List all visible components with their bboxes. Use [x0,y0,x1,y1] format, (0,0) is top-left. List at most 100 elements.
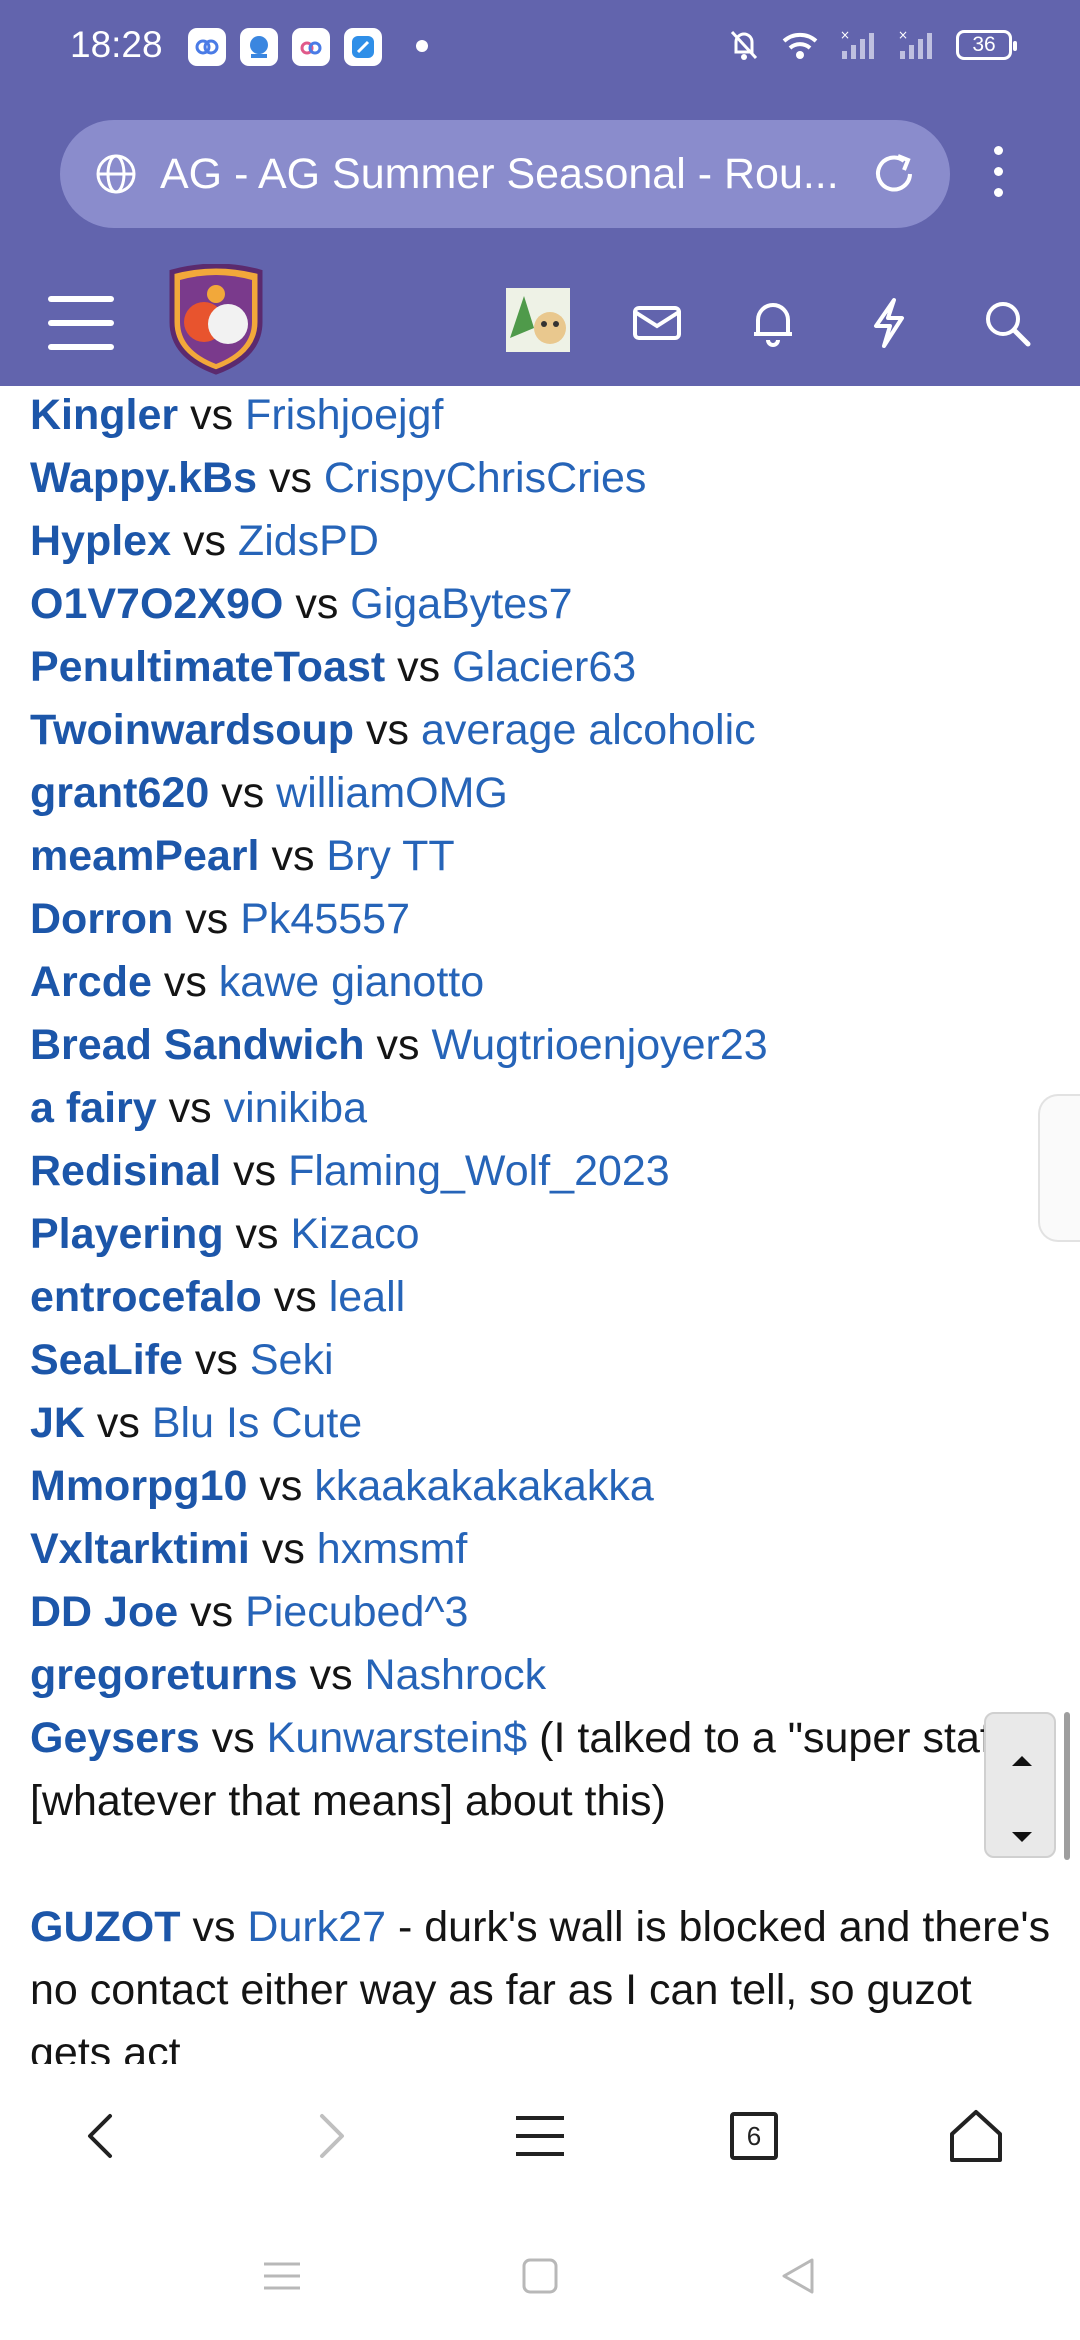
player-link[interactable]: Kingler [30,391,178,439]
tabs-button[interactable]: 6 [730,2112,778,2160]
opponent-link[interactable]: average alcoholic [421,706,756,754]
vs-text: vs [376,1021,420,1069]
app-notification-icon [188,28,226,66]
player-link[interactable]: JK [30,1399,85,1447]
match-line: O1V7O2X9O vs GigaBytes7 [30,573,1060,636]
opponent-link[interactable]: Pk45557 [240,895,410,943]
opponent-link[interactable]: ZidsPD [238,517,379,565]
opponent-link[interactable]: GigaBytes7 [350,580,572,628]
vs-text: vs [168,1084,212,1132]
opponent-link[interactable]: williamOMG [276,769,508,817]
opponent-link[interactable]: Frishjoejgf [245,391,443,439]
player-link[interactable]: SeaLife [30,1336,183,1384]
site-menu-icon[interactable] [48,296,114,352]
match-line: SeaLife vs Seki [30,1329,1060,1392]
player-link[interactable]: gregoreturns [30,1651,298,1699]
scroll-down-icon[interactable] [1012,1832,1032,1842]
match-line: PenultimateToast vs Glacier63 [30,636,1060,699]
opponent-link[interactable]: Piecubed^3 [245,1588,468,1636]
status-time: 18:28 [70,24,163,65]
home-icon[interactable] [944,2104,1008,2168]
opponent-link[interactable]: Wugtrioenjoyer23 [431,1021,767,1069]
player-link[interactable]: meamPearl [30,832,260,880]
address-bar[interactable]: AG - AG Summer Seasonal - Rou... [60,120,950,228]
opponent-link[interactable]: Kunwarstein$ [267,1714,528,1762]
opponent-link[interactable]: vinikiba [224,1084,367,1132]
opponent-link[interactable]: Blu Is Cute [152,1399,362,1447]
forward-icon[interactable] [296,2104,360,2168]
match-line: Twoinwardsoup vs average alcoholic [30,699,1060,762]
opponent-link[interactable]: Bry TT [326,832,454,880]
opponent-link[interactable]: hxmsmf [317,1525,468,1573]
opponent-link[interactable]: CrispyChrisCries [324,454,647,502]
match-line: Kingler vs Frishjoejgf [30,384,1060,447]
battery-icon: 36 [956,30,1017,60]
player-link[interactable]: Dorron [30,895,173,943]
match-line: Arcde vs kawe gianotto [30,951,1060,1014]
player-link[interactable]: Twoinwardsoup [30,706,354,754]
vs-text: vs [366,706,410,754]
status-right-icons: × × 36 [728,28,1017,62]
player-link[interactable]: PenultimateToast [30,643,385,691]
user-avatar[interactable] [506,288,570,352]
match-note: - durk's wall is blocked and there's no … [30,1903,1051,2064]
match-line: meamPearl vs Bry TT [30,825,1060,888]
vs-text: vs [192,1903,236,1951]
opponent-link[interactable]: leall [329,1273,406,1321]
opponent-link[interactable]: Seki [250,1336,334,1384]
vs-text: vs [211,1714,255,1762]
vs-text: vs [261,1525,305,1573]
opponent-link[interactable]: Glacier63 [452,643,636,691]
opponent-link[interactable]: Kizaco [291,1210,420,1258]
opponent-link[interactable]: Nashrock [365,1651,547,1699]
player-link[interactable]: Vxltarktimi [30,1525,250,1573]
vs-text: vs [190,1588,234,1636]
back-icon[interactable] [72,2104,136,2168]
player-link[interactable]: Playering [30,1210,224,1258]
fast-scroll-control[interactable] [984,1712,1056,1858]
vs-text: vs [233,1147,277,1195]
reload-icon[interactable] [868,148,920,200]
search-icon[interactable] [980,296,1034,350]
opponent-link[interactable]: Durk27 [247,1903,386,1951]
home-square-icon[interactable] [518,2254,562,2298]
player-link[interactable]: Mmorpg10 [30,1462,247,1510]
menu-icon[interactable] [508,2104,572,2168]
player-link[interactable]: a fairy [30,1084,157,1132]
browser-toolbar: 6 [0,2064,1080,2210]
site-navbar [0,256,1080,386]
system-back-icon[interactable] [776,2254,820,2298]
match-line: Wappy.kBs vs CrispyChrisCries [30,447,1060,510]
opponent-link[interactable]: kkaakakakakakka [314,1462,653,1510]
notes-notification-icon [344,28,382,66]
vs-text: vs [271,832,315,880]
player-link[interactable]: GUZOT [30,1903,180,1951]
mail-icon[interactable] [630,296,684,350]
lightning-icon[interactable] [862,296,916,350]
side-panel-handle[interactable] [1038,1094,1080,1242]
opponent-link[interactable]: Flaming_Wolf_2023 [288,1147,670,1195]
player-link[interactable]: Geysers [30,1714,200,1762]
match-line-geysers: Geysers vs Kunwarstein$ (I talked to a "… [30,1707,1060,1833]
scroll-up-icon[interactable] [1012,1756,1032,1766]
site-logo[interactable] [166,264,266,376]
match-line: Vxltarktimi vs hxmsmf [30,1518,1060,1581]
player-link[interactable]: entrocefalo [30,1273,262,1321]
player-link[interactable]: grant620 [30,769,209,817]
player-link[interactable]: Hyplex [30,517,171,565]
opponent-link[interactable]: kawe gianotto [219,958,484,1006]
player-link[interactable]: Redisinal [30,1147,221,1195]
player-link[interactable]: Arcde [30,958,152,1006]
player-link[interactable]: Wappy.kBs [30,454,257,502]
browser-menu-icon[interactable] [986,146,1010,206]
player-link[interactable]: DD Joe [30,1588,178,1636]
recent-apps-icon[interactable] [260,2254,304,2298]
scrollbar[interactable] [1064,1712,1070,1860]
bell-icon[interactable] [746,296,800,350]
signal-icon: × [840,29,874,59]
player-link[interactable]: O1V7O2X9O [30,580,283,628]
player-link[interactable]: Bread Sandwich [30,1021,365,1069]
page-title-url[interactable]: AG - AG Summer Seasonal - Rou... [160,150,880,199]
system-navigation-bar [0,2210,1080,2340]
globe-icon [96,154,136,194]
